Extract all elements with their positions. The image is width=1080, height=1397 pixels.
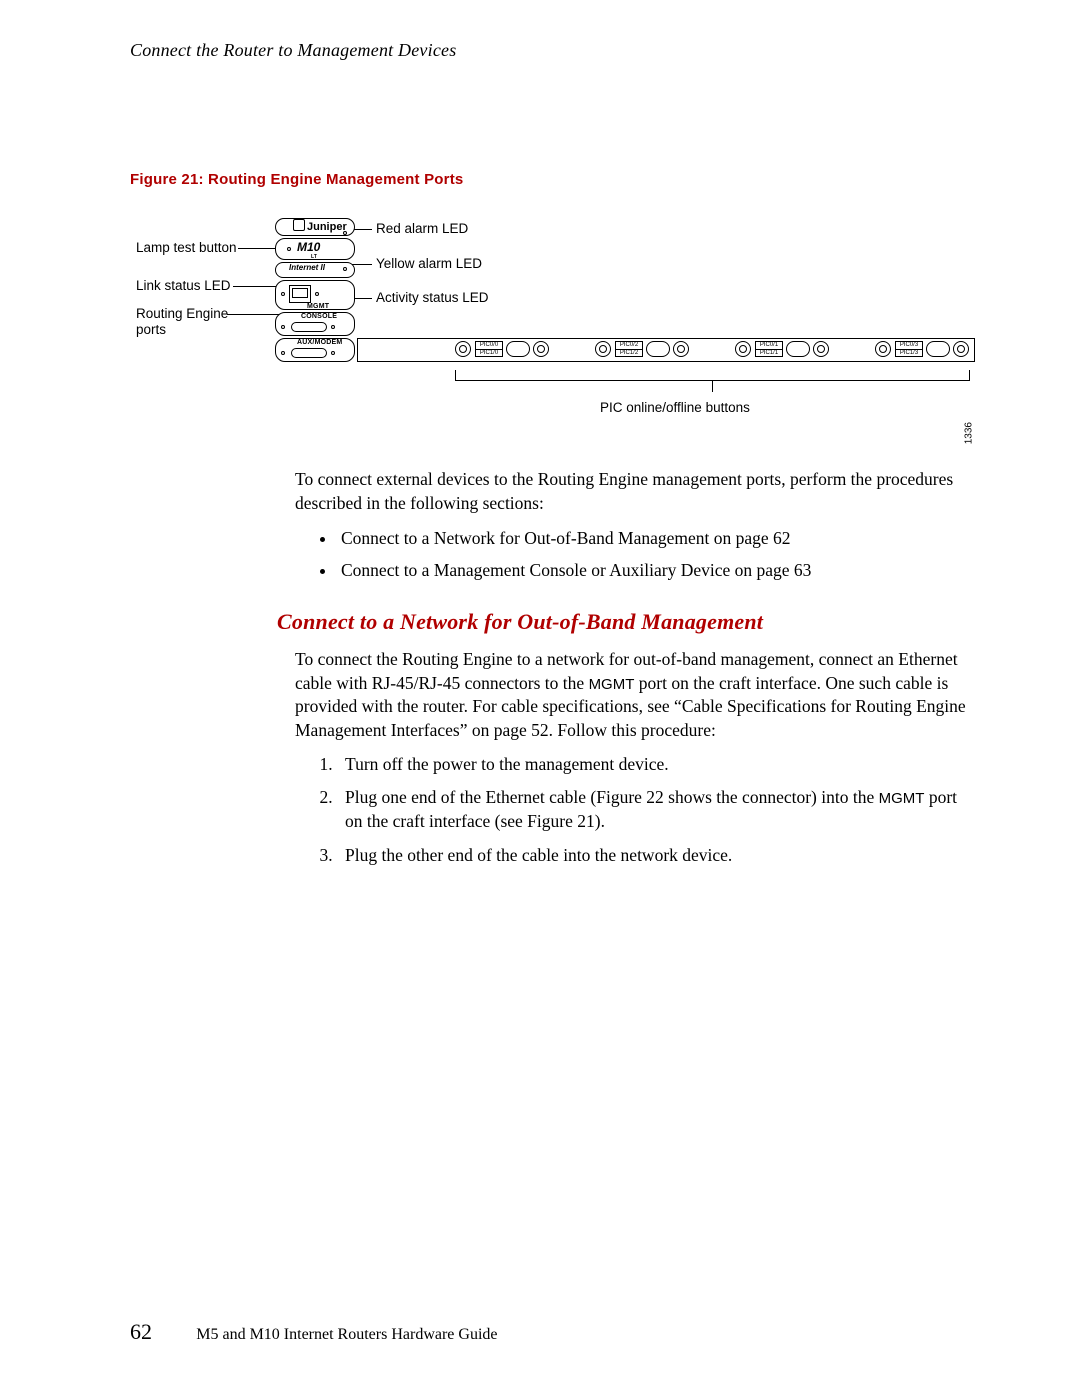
list-item: Connect to a Network for Out-of-Band Man… xyxy=(337,527,970,551)
figure-diagram: Lamp test button Link status LED Routing… xyxy=(130,208,970,438)
console-label: CONSOLE xyxy=(301,313,337,320)
figure-caption: Figure 21: Routing Engine Management Por… xyxy=(130,171,970,188)
pic-buttons-label: PIC online/offline buttons xyxy=(600,400,750,415)
page-number: 62 xyxy=(130,1319,152,1344)
step-item: Plug one end of the Ethernet cable (Figu… xyxy=(337,786,970,833)
intro-bullets: Connect to a Network for Out-of-Band Man… xyxy=(295,527,970,582)
link-status-label: Link status LED xyxy=(136,278,231,293)
yellow-alarm-label: Yellow alarm LED xyxy=(376,256,482,271)
section-title: Connect to a Network for Out-of-Band Man… xyxy=(277,607,970,637)
running-header: Connect the Router to Management Devices xyxy=(130,40,970,61)
body-text: To connect external devices to the Routi… xyxy=(295,468,970,867)
figure-sidecode: 1336 xyxy=(963,422,974,444)
section-paragraph: To connect the Routing Engine to a netwo… xyxy=(295,648,970,743)
list-item: Connect to a Management Console or Auxil… xyxy=(337,559,970,583)
re-ports-label-l2: ports xyxy=(136,322,166,337)
step-item: Turn off the power to the management dev… xyxy=(337,753,970,777)
lt-label: LT xyxy=(311,254,317,260)
red-alarm-label: Red alarm LED xyxy=(376,221,468,236)
model-brand: M10 xyxy=(297,240,320,254)
activity-status-label: Activity status LED xyxy=(376,290,489,305)
procedure-steps: Turn off the power to the management dev… xyxy=(295,753,970,868)
re-ports-label-l1: Routing Engine xyxy=(136,306,228,321)
page-footer: 62 M5 and M10 Internet Routers Hardware … xyxy=(130,1319,498,1345)
aux-label: AUX/MODEM xyxy=(297,339,342,346)
intro-paragraph: To connect external devices to the Routi… xyxy=(295,468,970,515)
internet-brand: Internet II xyxy=(289,263,325,272)
footer-title: M5 and M10 Internet Routers Hardware Gui… xyxy=(196,1326,497,1343)
vendor-brand: Juniper xyxy=(293,219,347,233)
step-item: Plug the other end of the cable into the… xyxy=(337,844,970,868)
lamp-test-label: Lamp test button xyxy=(136,240,237,255)
mgmt-label: MGMT xyxy=(307,303,329,310)
